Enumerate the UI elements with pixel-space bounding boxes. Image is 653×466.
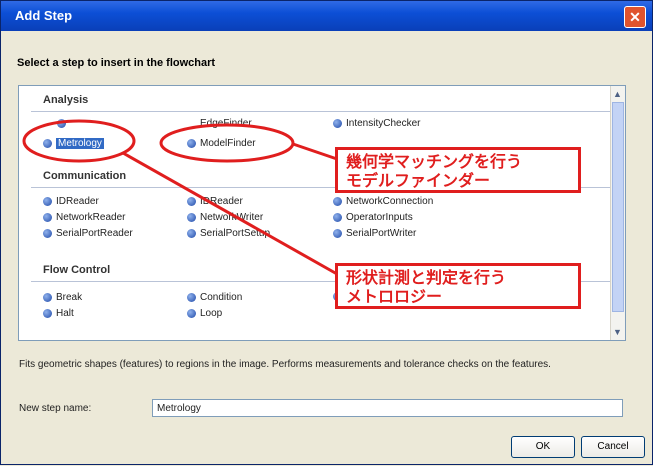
list-item-networkreader[interactable]: NetworkReader <box>43 212 125 223</box>
step-icon <box>187 139 196 148</box>
step-icon <box>43 197 52 206</box>
list-item-loop[interactable]: Loop <box>187 308 222 319</box>
metrology-callout: 形状計測と判定を行う メトロロジー <box>335 263 581 309</box>
add-step-dialog: Add Step ✕ Select a step to insert in th… <box>0 0 653 465</box>
step-icon <box>43 213 52 222</box>
step-name-input[interactable] <box>152 399 623 417</box>
list-item-operatorinputs[interactable]: OperatorInputs <box>333 212 413 223</box>
list-item-networkwriter[interactable]: NetworkWriter <box>187 212 263 223</box>
cancel-button[interactable]: Cancel <box>581 436 645 458</box>
list-item-serialportsetup[interactable]: SerialPortSetup <box>187 228 270 239</box>
close-icon[interactable]: ✕ <box>624 6 646 28</box>
list-item-halt[interactable]: Halt <box>43 308 74 319</box>
list-item-condition[interactable]: Condition <box>187 292 242 303</box>
list-item-serialportwriter[interactable]: SerialPortWriter <box>333 228 416 239</box>
list-item-modelfinder[interactable]: ModelFinder <box>187 138 256 149</box>
dialog-prompt: Select a step to insert in the flowchart <box>17 57 216 69</box>
step-description: Fits geometric shapes (features) to regi… <box>19 359 551 370</box>
step-icon <box>187 293 196 302</box>
scroll-thumb[interactable] <box>612 102 624 312</box>
step-icon <box>43 229 52 238</box>
list-item-break[interactable]: Break <box>43 292 82 303</box>
list-item-idreader-2[interactable]: IDReader <box>187 196 243 207</box>
model-finder-callout: 幾何学マッチングを行う モデルファインダー <box>335 147 581 193</box>
list-item-metrology[interactable]: Metrology <box>43 138 104 149</box>
list-item-serialportreader[interactable]: SerialPortReader <box>43 228 133 239</box>
list-item-networkconnection[interactable]: NetworkConnection <box>333 196 433 207</box>
step-icon <box>187 213 196 222</box>
list-item-intensitychecker[interactable]: IntensityChecker <box>333 118 420 129</box>
step-icon <box>187 197 196 206</box>
title-bar[interactable]: Add Step ✕ <box>1 1 652 31</box>
step-name-label: New step name: <box>19 403 92 414</box>
step-icon <box>333 197 342 206</box>
category-analysis: Analysis <box>31 94 613 112</box>
step-icon <box>43 139 52 148</box>
step-icon <box>333 213 342 222</box>
step-icon <box>57 119 66 128</box>
window-title: Add Step <box>15 8 73 23</box>
scroll-up-icon[interactable]: ▲ <box>613 89 622 99</box>
ok-button[interactable]: OK <box>511 436 575 458</box>
step-icon <box>333 119 342 128</box>
step-icon <box>187 229 196 238</box>
scroll-down-icon[interactable]: ▼ <box>613 327 622 337</box>
step-icon <box>43 293 52 302</box>
list-item-edgefinder[interactable]: EdgeFinder <box>187 118 252 129</box>
vertical-scrollbar[interactable]: ▲ ▼ <box>610 86 625 340</box>
list-item-edgefinder-partial[interactable]: EdgeFinder <box>57 118 122 129</box>
step-icon <box>43 309 52 318</box>
step-icon <box>187 309 196 318</box>
list-item-idreader[interactable]: IDReader <box>43 196 99 207</box>
step-icon <box>333 229 342 238</box>
